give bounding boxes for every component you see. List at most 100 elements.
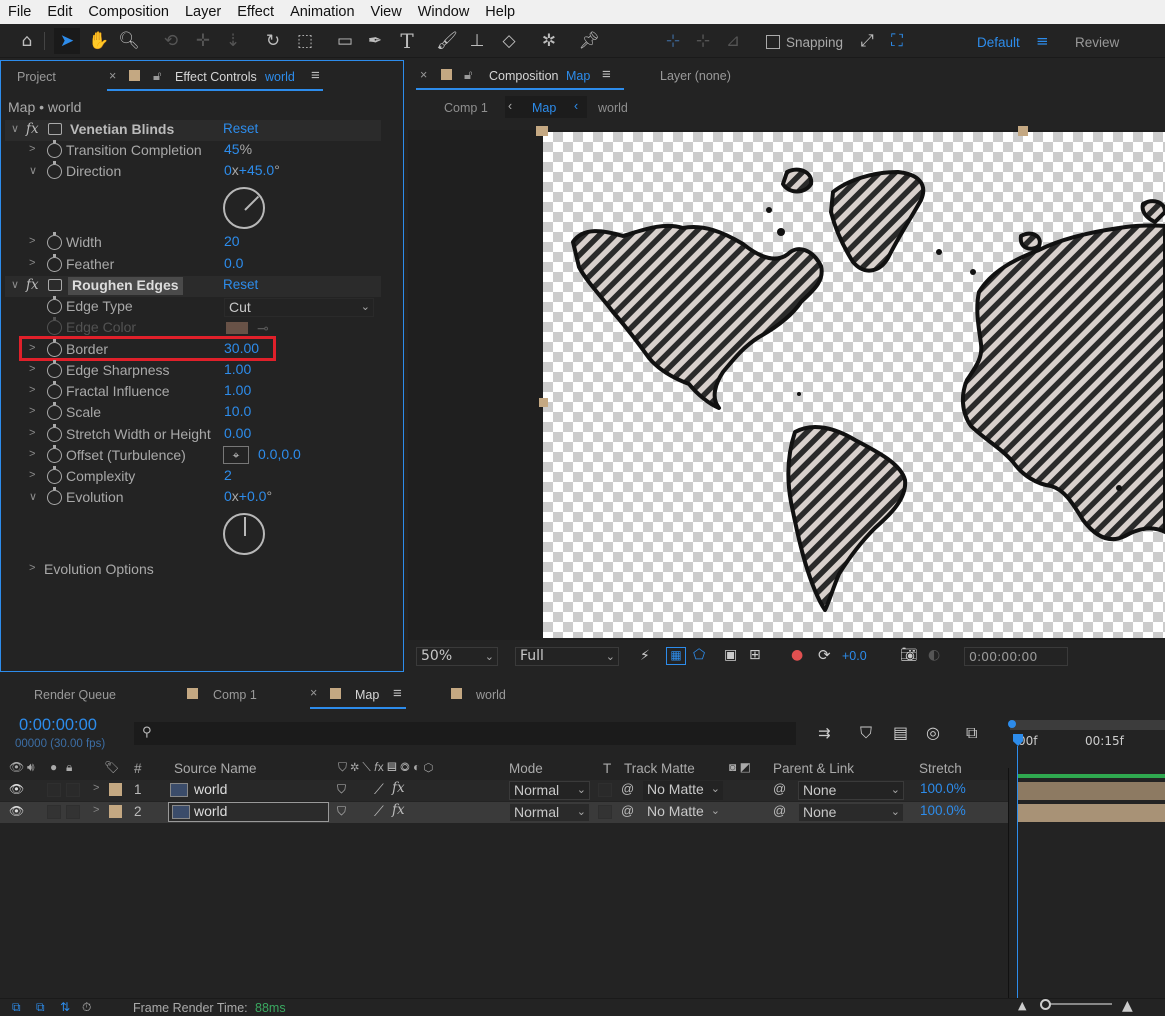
twirl-right-icon[interactable]: > [29, 235, 35, 247]
local-axis-icon[interactable]: ⊹ [660, 28, 686, 54]
transition-completion-value[interactable]: 45% [224, 141, 252, 157]
grid-guides-icon[interactable]: ⊞ [749, 647, 761, 663]
fx-icon[interactable]: fx [26, 277, 39, 293]
menu-file[interactable]: File [0, 4, 39, 20]
edge-sharpness-value[interactable]: 1.00 [224, 361, 251, 377]
lock-toggle[interactable] [66, 805, 80, 819]
snapping-checkbox[interactable] [766, 35, 780, 49]
collapse-switch-icon[interactable]: ⛉ [337, 782, 346, 797]
label-color-swatch[interactable] [109, 805, 122, 818]
work-area-bar[interactable] [1010, 720, 1165, 730]
orbit-camera-icon[interactable]: ⟲ [158, 28, 184, 54]
twirl-right-icon[interactable]: > [29, 427, 35, 439]
stopwatch-icon[interactable] [47, 296, 62, 314]
zoom-slider[interactable] [1042, 1003, 1112, 1005]
layer-name[interactable]: world [194, 781, 227, 797]
snap-options-icon[interactable]: ⤢ [854, 28, 880, 54]
crumb-world[interactable]: world [598, 101, 628, 115]
effect-switch-icon[interactable]: fx [392, 780, 405, 796]
twirl-right-icon[interactable]: > [29, 469, 35, 481]
stopwatch-icon[interactable] [47, 140, 62, 158]
twirl-right-icon[interactable]: > [29, 448, 35, 460]
menu-edit[interactable]: Edit [39, 4, 80, 20]
offset-value[interactable]: 0.0,0.0 [258, 446, 301, 462]
evolution-value[interactable]: 0x+0.0° [224, 488, 272, 504]
crumb-comp1[interactable]: Comp 1 [444, 101, 488, 115]
home-icon[interactable]: ⌂ [14, 28, 40, 54]
tab-effect-controls[interactable]: Effect Controls [175, 70, 257, 84]
color-management-icon[interactable]: ⟳ [818, 646, 831, 664]
twirl-down-icon[interactable]: ∨ [29, 490, 37, 503]
evolution-angle-dial[interactable] [223, 513, 265, 555]
stopwatch-icon[interactable] [47, 487, 62, 505]
zoom-dropdown[interactable]: 50% ⌄ [416, 647, 498, 666]
stretch-value[interactable]: 100.0% [920, 803, 966, 818]
selection-tool-icon[interactable]: ➤ [54, 28, 80, 54]
twirl-right-icon[interactable]: > [29, 562, 35, 574]
eye-icon[interactable]: 👁︎ [9, 804, 24, 818]
twirl-right-icon[interactable]: > [29, 405, 35, 417]
transfer-controls-icon[interactable]: ⧉ [36, 1000, 45, 1015]
current-time-field[interactable]: 0:00:00:00 [964, 647, 1068, 666]
quality-switch-icon[interactable]: ⟋ [374, 803, 384, 820]
work-area-start[interactable] [1008, 720, 1016, 728]
close-tab-icon[interactable]: × [109, 69, 116, 83]
fast-previews-icon[interactable]: ⚡︎ [640, 648, 650, 664]
crumb-map[interactable]: Map [532, 101, 556, 115]
twirl-right-icon[interactable]: > [29, 363, 35, 375]
panel-menu-icon[interactable]: ≡ [393, 685, 402, 702]
in-out-icon[interactable]: ⇅ [60, 1000, 70, 1014]
preserve-transparency-toggle[interactable] [598, 783, 612, 797]
menu-view[interactable]: View [363, 4, 410, 20]
roto-brush-icon[interactable]: ✲ [536, 28, 562, 54]
twirl-right-icon[interactable]: > [29, 384, 35, 396]
matte-pickwhip-icon[interactable]: @ [621, 803, 634, 818]
tab-comp1[interactable]: Comp 1 [213, 688, 257, 702]
tab-render-queue[interactable]: Render Queue [34, 688, 116, 702]
stopwatch-icon[interactable] [47, 232, 62, 250]
stopwatch-icon[interactable] [47, 445, 62, 463]
effect-roughen-edges[interactable]: ∨ fx Roughen Edges Reset [5, 276, 381, 297]
tab-world[interactable]: world [476, 688, 506, 702]
stopwatch-icon[interactable] [47, 254, 62, 272]
menu-window[interactable]: Window [410, 4, 478, 20]
mask-visibility-icon[interactable]: ⬠ [693, 647, 705, 663]
parent-pickwhip-icon[interactable]: @ [773, 781, 786, 796]
preserve-transparency-toggle[interactable] [598, 805, 612, 819]
workspace-review[interactable]: Review [1075, 35, 1119, 50]
puppet-pin-icon[interactable]: 📌︎ [576, 28, 602, 54]
stopwatch-icon[interactable] [47, 161, 62, 179]
layer-duration-bar[interactable] [1018, 804, 1165, 822]
graph-editor-icon[interactable]: ⧉ [966, 723, 977, 743]
reset-link[interactable]: Reset [223, 277, 258, 292]
workspace-menu-icon[interactable]: ≡ [1036, 32, 1049, 50]
dolly-camera-icon[interactable]: ⇣ [220, 28, 246, 54]
stopwatch-icon[interactable] [47, 360, 62, 378]
scale-value[interactable]: 10.0 [224, 403, 251, 419]
tab-effect-controls-layer[interactable]: world [265, 70, 295, 84]
current-timecode[interactable]: 0:00:00:00 [19, 716, 97, 735]
blend-mode-dropdown[interactable]: Normal ⌄ [509, 781, 590, 800]
layer-name[interactable]: world [194, 803, 227, 819]
resolution-dropdown[interactable]: Full ⌄ [515, 647, 619, 666]
effect-switch-icon[interactable]: fx [392, 802, 405, 818]
menu-composition[interactable]: Composition [80, 4, 177, 20]
lock-icon[interactable]: 🔓︎ [153, 68, 161, 84]
tab-composition[interactable]: Composition [489, 69, 558, 83]
twirl-down-icon[interactable]: ∨ [11, 278, 19, 291]
direction-value[interactable]: 0x+45.0° [224, 162, 280, 178]
track-matte-dropdown[interactable]: No Matte ⌄ [643, 803, 723, 822]
close-tab-icon[interactable]: × [420, 68, 427, 82]
effect-venetian-blinds[interactable]: ∨ fx Venetian Blinds Reset [5, 120, 381, 141]
layer-handle[interactable] [1018, 126, 1028, 136]
snap-extents-icon[interactable]: ⛶ [884, 28, 910, 54]
parent-dropdown[interactable]: None ⌄ [798, 803, 904, 822]
lock-toggle[interactable] [66, 783, 80, 797]
layer-search-input[interactable]: ⚲ [134, 722, 796, 745]
twirl-down-icon[interactable]: ∨ [11, 122, 19, 135]
frame-blending-icon[interactable]: ▤ [893, 723, 908, 742]
twirl-down-icon[interactable]: ∨ [29, 164, 37, 177]
layer-handle[interactable] [539, 398, 548, 407]
direction-angle-dial[interactable] [223, 187, 265, 229]
zoom-out-icon[interactable]: ▲ [1018, 999, 1026, 1012]
